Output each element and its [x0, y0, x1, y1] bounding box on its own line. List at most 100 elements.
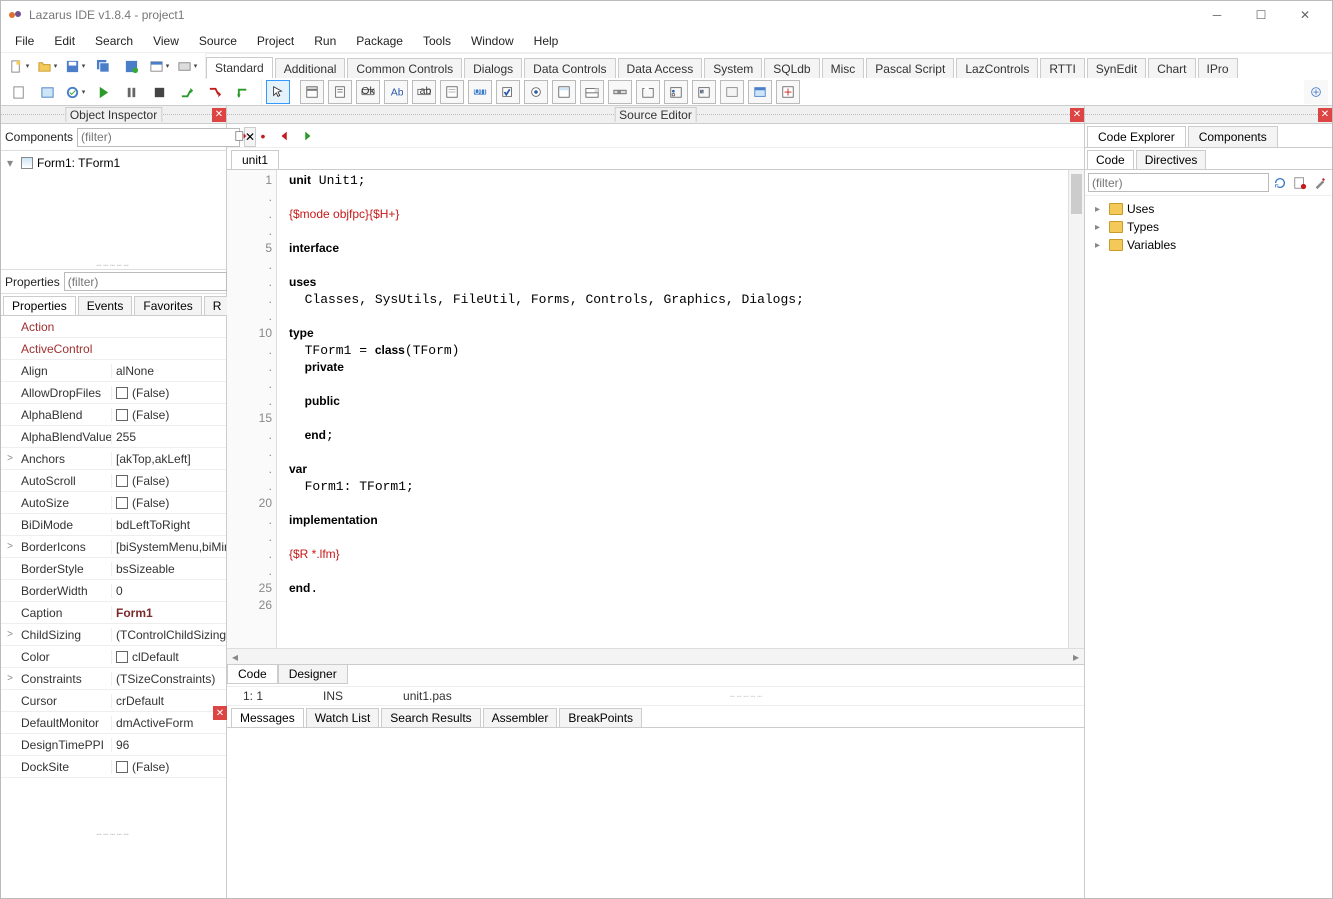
oi-tab-properties[interactable]: Properties — [3, 296, 76, 315]
tscrollbar-button[interactable] — [608, 80, 632, 104]
palette-tab-synedit[interactable]: SynEdit — [1087, 58, 1146, 79]
palette-tab-ipro[interactable]: IPro — [1198, 58, 1238, 79]
tcombobox-button[interactable] — [580, 80, 604, 104]
prop-row-allowdropfiles[interactable]: AllowDropFiles(False) — [1, 382, 226, 404]
code-explorer-tree[interactable]: ▸Uses▸Types▸Variables — [1085, 196, 1332, 898]
tpopupmenu-button[interactable] — [328, 80, 352, 104]
menu-help[interactable]: Help — [524, 32, 569, 50]
tgroupbox-button[interactable] — [636, 80, 660, 104]
properties-filter-input[interactable] — [64, 272, 227, 291]
ce-item-uses[interactable]: ▸Uses — [1089, 200, 1328, 218]
oi-tab-favorites[interactable]: Favorites — [134, 296, 201, 315]
status-grip[interactable]: ┄┄┄┄┄ — [730, 692, 764, 701]
tcheckgroup-button[interactable] — [692, 80, 716, 104]
msg-tab-messages[interactable]: Messages — [231, 708, 304, 727]
prop-row-alphablend[interactable]: AlphaBlend(False) — [1, 404, 226, 426]
minimize-button[interactable]: ─ — [1196, 2, 1238, 28]
save-button[interactable]: ▾ — [62, 55, 88, 77]
view-forms-button[interactable] — [34, 81, 60, 103]
selection-tool-button[interactable] — [266, 80, 290, 104]
tcheckbox-button[interactable] — [496, 80, 520, 104]
prop-row-caption[interactable]: CaptionForm1 — [1, 602, 226, 624]
run-button[interactable] — [90, 81, 116, 103]
prop-row-activecontrol[interactable]: ActiveControl — [1, 338, 226, 360]
palette-tab-sqldb[interactable]: SQLdb — [764, 58, 819, 79]
prop-row-borderstyle[interactable]: BorderStylebsSizeable — [1, 558, 226, 580]
menu-edit[interactable]: Edit — [44, 32, 85, 50]
ce-sub-tab-directives[interactable]: Directives — [1136, 150, 1207, 169]
msg-tab-assembler[interactable]: Assembler — [483, 708, 558, 727]
maximize-button[interactable]: ☐ — [1240, 2, 1282, 28]
save-all-button[interactable] — [90, 55, 116, 77]
menu-run[interactable]: Run — [304, 32, 346, 50]
prop-row-anchors[interactable]: >Anchors[akTop,akLeft] — [1, 448, 226, 470]
prop-row-borderwidth[interactable]: BorderWidth0 — [1, 580, 226, 602]
prop-row-cursor[interactable]: CursorcrDefault — [1, 690, 226, 712]
palette-tab-standard[interactable]: Standard — [206, 57, 273, 79]
code-editor[interactable]: unit Unit1; {$mode objfpc}{$H+} interfac… — [277, 170, 1068, 648]
msg-tab-breakpoints[interactable]: BreakPoints — [559, 708, 642, 727]
pause-button[interactable] — [118, 81, 144, 103]
palette-tab-data-controls[interactable]: Data Controls — [524, 58, 615, 79]
palette-tab-dialogs[interactable]: Dialogs — [464, 58, 522, 79]
editor-gutter[interactable]: 1...5....10....15....20....2526 — [227, 170, 277, 648]
palette-tab-pascal-script[interactable]: Pascal Script — [866, 58, 954, 79]
jump-back-dropdown[interactable] — [231, 126, 251, 146]
tradiobutton-button[interactable] — [524, 80, 548, 104]
tlistbox-button[interactable] — [552, 80, 576, 104]
ce-sub-tab-code[interactable]: Code — [1087, 150, 1134, 169]
tmemo-button[interactable] — [440, 80, 464, 104]
splitter-grip-bottom[interactable]: ┄┄┄┄┄ — [1, 830, 226, 838]
prop-row-align[interactable]: AlignalNone — [1, 360, 226, 382]
palette-tab-additional[interactable]: Additional — [275, 58, 346, 79]
oi-tab-events[interactable]: Events — [78, 296, 133, 315]
prop-row-childsizing[interactable]: >ChildSizing(TControlChildSizing) — [1, 624, 226, 646]
ce-options-button[interactable] — [1311, 174, 1329, 192]
code-explorer-filter-input[interactable] — [1088, 173, 1269, 192]
menu-search[interactable]: Search — [85, 32, 143, 50]
tradiogroup-button[interactable] — [664, 80, 688, 104]
menu-project[interactable]: Project — [247, 32, 304, 50]
source-tab-unit1[interactable]: unit1 — [231, 150, 279, 169]
components-filter-input[interactable] — [77, 128, 240, 147]
prop-row-autosize[interactable]: AutoSize(False) — [1, 492, 226, 514]
toggle-button[interactable]: ▾ — [62, 81, 88, 103]
ce-item-variables[interactable]: ▸Variables — [1089, 236, 1328, 254]
bottom-tab-designer[interactable]: Designer — [278, 665, 348, 684]
menu-view[interactable]: View — [143, 32, 189, 50]
tframe-button[interactable] — [748, 80, 772, 104]
prop-row-action[interactable]: Action — [1, 316, 226, 338]
step-into-button[interactable] — [202, 81, 228, 103]
prop-row-constraints[interactable]: >Constraints(TSizeConstraints) — [1, 668, 226, 690]
palette-tab-chart[interactable]: Chart — [1148, 58, 1195, 79]
palette-tab-system[interactable]: System — [704, 58, 762, 79]
tactionlist-button[interactable] — [776, 80, 800, 104]
save-as-button[interactable] — [118, 55, 144, 77]
object-inspector-close-button[interactable]: ✕ — [212, 108, 226, 122]
component-tree[interactable]: ▾ Form1: TForm1 — [1, 151, 226, 261]
menu-tools[interactable]: Tools — [413, 32, 461, 50]
jump-back-button[interactable] — [275, 126, 295, 146]
ce-top-tab-code-explorer[interactable]: Code Explorer — [1087, 126, 1186, 147]
editor-horizontal-scrollbar[interactable]: ◂▸ — [227, 648, 1084, 664]
code-explorer-close-button[interactable]: ✕ — [1318, 108, 1332, 122]
palette-tab-rtti[interactable]: RTTI — [1040, 58, 1084, 79]
close-button[interactable]: ✕ — [1284, 2, 1326, 28]
messages-body[interactable] — [227, 728, 1084, 898]
ttogglebox-button[interactable]: on — [468, 80, 492, 104]
palette-tab-lazcontrols[interactable]: LazControls — [956, 58, 1038, 79]
options-button[interactable]: ▾ — [174, 55, 200, 77]
prop-row-defaultmonitor[interactable]: DefaultMonitordmActiveForm — [1, 712, 226, 734]
new-unit-button[interactable]: ▾ — [6, 55, 32, 77]
tedit-button[interactable]: ab| — [412, 80, 436, 104]
stop-button[interactable] — [146, 81, 172, 103]
tree-item-form1[interactable]: ▾ Form1: TForm1 — [5, 155, 222, 171]
prop-row-docksite[interactable]: DockSite(False) — [1, 756, 226, 778]
menu-file[interactable]: File — [5, 32, 44, 50]
tlabel-button[interactable]: Abc — [384, 80, 408, 104]
palette-tab-common-controls[interactable]: Common Controls — [347, 58, 462, 79]
palette-options-button[interactable] — [1304, 80, 1328, 104]
menu-package[interactable]: Package — [346, 32, 413, 50]
menu-window[interactable]: Window — [461, 32, 524, 50]
ce-item-types[interactable]: ▸Types — [1089, 218, 1328, 236]
